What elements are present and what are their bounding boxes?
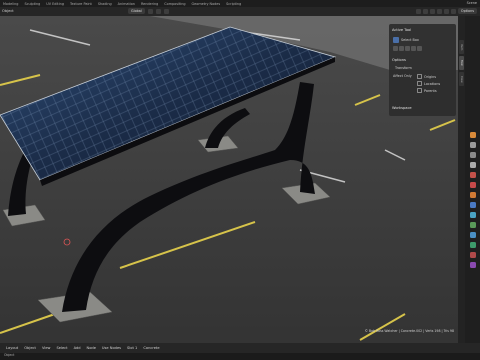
origins-label: Origins <box>424 74 437 79</box>
mode-intersect-icon[interactable] <box>417 46 422 51</box>
menu-select[interactable]: Select <box>56 346 67 350</box>
status-bar: Object <box>0 353 480 360</box>
status-text: Object <box>4 353 15 357</box>
scene-statistics: © Bob Ross Watcher | Concrete.002 | Vert… <box>364 329 454 333</box>
physics-icon[interactable] <box>470 222 476 228</box>
tool-name-label: Select Box <box>401 38 419 42</box>
tab-tool[interactable]: Tool <box>459 56 464 70</box>
visibility-icon[interactable] <box>415 8 421 14</box>
tab-modeling[interactable]: Modeling <box>0 2 21 6</box>
properties-tabs <box>465 16 480 350</box>
modifier-icon[interactable] <box>470 202 476 208</box>
options-button[interactable]: Options <box>457 8 477 14</box>
viewport-header: Object Global Options <box>0 7 480 16</box>
mode-new-icon[interactable] <box>393 46 398 51</box>
menu-node[interactable]: Node <box>87 346 96 350</box>
snap-icon[interactable] <box>155 8 161 14</box>
tool-properties-panel: Active Tool Select Box Options Transform… <box>389 24 456 116</box>
output-props-icon[interactable] <box>470 152 476 158</box>
mode-invert-icon[interactable] <box>411 46 416 51</box>
tab-compositing[interactable]: Compositing <box>161 2 188 6</box>
locations-label: Locations <box>424 81 441 86</box>
particles-icon[interactable] <box>470 212 476 218</box>
workspace-heading[interactable]: Workspace <box>392 106 412 110</box>
scene-props-icon[interactable] <box>470 172 476 178</box>
editor-footer: Layout Object View Select Add Node Use N… <box>0 343 480 353</box>
tab-item[interactable]: Item <box>459 40 464 54</box>
editor-mode-label[interactable]: Object <box>2 9 14 13</box>
object-data-icon[interactable] <box>470 242 476 248</box>
render-props-icon[interactable] <box>470 142 476 148</box>
layout-label[interactable]: Layout <box>6 346 18 350</box>
orientation-dropdown[interactable]: Global <box>128 8 145 14</box>
mode-extend-icon[interactable] <box>399 46 404 51</box>
material-selector[interactable]: Concrete <box>143 346 159 350</box>
tab-sculpting[interactable]: Sculpting <box>21 2 43 6</box>
tab-rendering[interactable]: Rendering <box>138 2 161 6</box>
parents-checkbox[interactable] <box>417 88 422 93</box>
tab-animation[interactable]: Animation <box>115 2 138 6</box>
workspace-bar: Modeling Sculpting UV Editing Texture Pa… <box>0 0 480 7</box>
tab-texture-paint[interactable]: Texture Paint <box>67 2 95 6</box>
constraints-icon[interactable] <box>470 232 476 238</box>
shading-solid-icon[interactable] <box>436 8 442 14</box>
tab-uv-editing[interactable]: UV Editing <box>43 2 67 6</box>
tab-geometry-nodes[interactable]: Geometry Nodes <box>189 2 224 6</box>
pivot-icon[interactable] <box>147 8 153 14</box>
active-tool-heading[interactable]: Active Tool <box>392 28 411 32</box>
material-icon[interactable] <box>470 252 476 258</box>
tab-shading[interactable]: Shading <box>95 2 115 6</box>
options-heading[interactable]: Options <box>392 58 406 62</box>
proportional-edit-icon[interactable] <box>163 8 169 14</box>
overlays-icon[interactable] <box>422 8 428 14</box>
sidebar-tabs: Item Tool View <box>458 16 465 350</box>
menu-add[interactable]: Add <box>74 346 81 350</box>
slot-dropdown[interactable]: Slot 1 <box>127 346 137 350</box>
xray-icon[interactable] <box>429 8 435 14</box>
world-props-icon[interactable] <box>470 182 476 188</box>
menu-view[interactable]: View <box>42 346 51 350</box>
shading-rendered-icon[interactable] <box>450 8 456 14</box>
select-box-icon[interactable] <box>393 37 399 43</box>
tool-props-icon[interactable] <box>470 132 476 138</box>
use-nodes-toggle[interactable]: Use Nodes <box>102 346 121 350</box>
affect-only-label: Affect Only <box>393 74 412 78</box>
texture-icon[interactable] <box>470 262 476 268</box>
tab-view[interactable]: View <box>459 72 464 86</box>
scene-selector[interactable]: Scene <box>467 1 477 5</box>
origins-checkbox[interactable] <box>417 74 422 79</box>
transform-heading[interactable]: Transform <box>395 66 412 70</box>
shading-material-icon[interactable] <box>443 8 449 14</box>
locations-checkbox[interactable] <box>417 81 422 86</box>
mode-dropdown[interactable]: Object <box>24 346 36 350</box>
object-props-icon[interactable] <box>470 192 476 198</box>
tab-scripting[interactable]: Scripting <box>223 2 244 6</box>
view-layer-icon[interactable] <box>470 162 476 168</box>
mode-subtract-icon[interactable] <box>405 46 410 51</box>
parents-label: Parents <box>424 88 437 93</box>
